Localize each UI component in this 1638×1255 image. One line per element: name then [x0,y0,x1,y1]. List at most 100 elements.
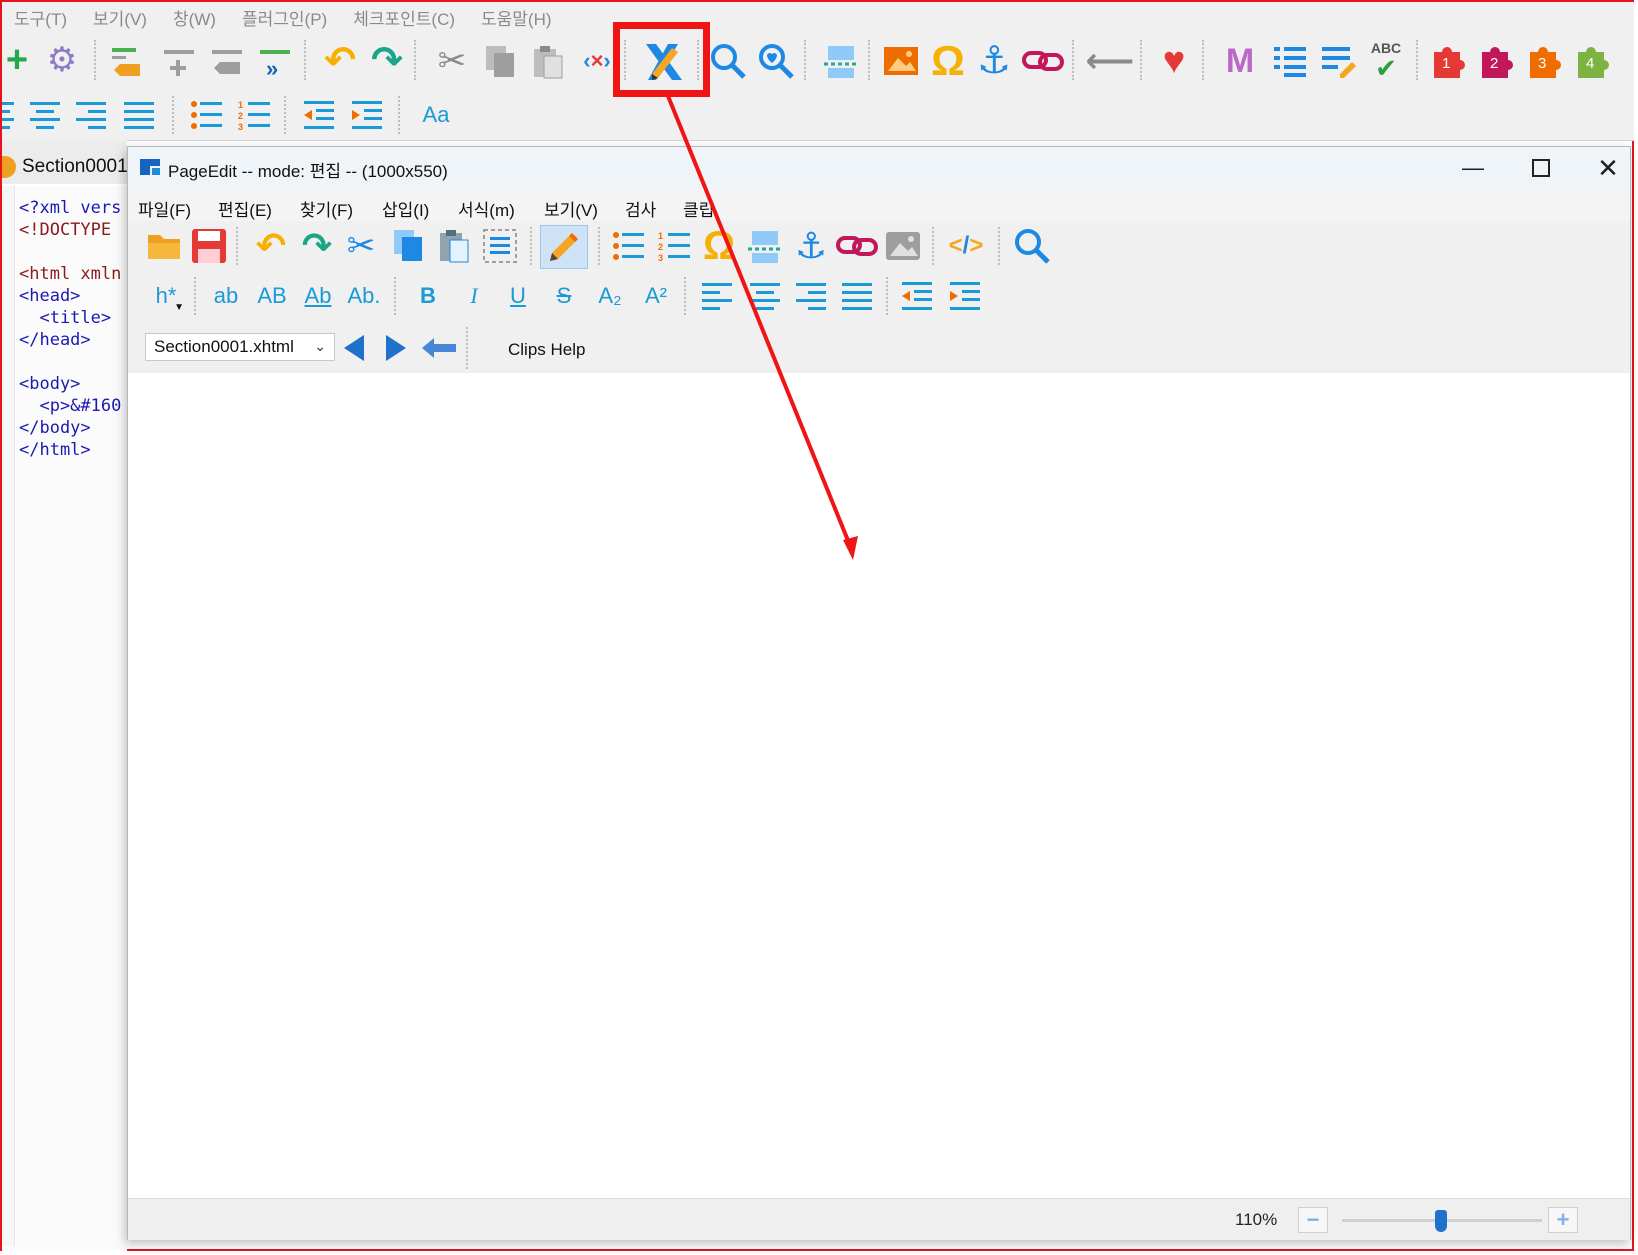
redo-icon[interactable]: ↷ [367,42,407,80]
zoom-in-button[interactable]: + [1548,1207,1578,1233]
menu-checkpoints[interactable]: 체크포인트(C) [353,5,455,30]
menu-view[interactable]: 보기(V) [544,196,598,221]
maximize-button[interactable] [1521,153,1561,183]
underline-button[interactable]: U [498,279,538,313]
main-file-tab[interactable]: Section0001. [2,152,133,182]
bold-button[interactable]: B [408,279,448,313]
subscript-button[interactable]: A₂ [590,279,630,313]
close-button[interactable]: ✕ [1588,153,1628,183]
spellcheck-icon[interactable]: ABC ✔ [1366,40,1406,82]
font-case-button[interactable]: Aa [416,98,456,132]
menu-file[interactable]: 파일(F) [138,196,191,221]
back-icon[interactable]: ⟵ [1086,42,1135,80]
merge-icon[interactable] [210,44,244,78]
menu-clips[interactable]: 클립 [683,196,714,221]
move-icon[interactable]: » [258,44,292,78]
menu-tools[interactable]: 도구(T) [14,5,67,30]
numbered-list-icon[interactable]: 123 [658,229,692,263]
menu-window[interactable]: 창(W) [173,5,216,30]
search-icon[interactable] [1012,227,1052,265]
add-icon[interactable]: + [4,41,30,79]
metadata-icon[interactable]: M [1220,42,1260,80]
insert-image-icon[interactable] [884,229,922,263]
copy-icon[interactable] [390,228,426,264]
menu-view[interactable]: 보기(V) [93,5,147,30]
select-all-icon[interactable] [482,228,518,264]
report-icon[interactable] [1272,44,1308,78]
zoom-slider-handle[interactable] [1435,1210,1447,1232]
image-icon[interactable] [882,44,920,78]
align-left-icon[interactable] [2,98,16,132]
page-edit-canvas[interactable] [128,373,1630,1198]
lowercase-button[interactable]: ab [206,279,246,313]
plugin-1-icon[interactable]: 1 [1430,42,1470,80]
bullet-list-icon[interactable] [190,98,224,132]
align-right-icon[interactable] [794,279,828,313]
back-arrow-icon[interactable] [420,331,458,365]
menu-edit[interactable]: 편집(E) [218,196,272,221]
split-icon[interactable] [162,44,196,78]
toc-icon[interactable] [822,44,860,80]
undo-icon[interactable]: ↶ [320,42,360,80]
code-view-icon[interactable]: < / > [946,229,986,263]
save-icon[interactable] [190,227,228,265]
indent-icon[interactable] [350,98,384,132]
indent-icon[interactable] [948,279,982,313]
sentencecase-button[interactable]: Ab. [342,279,386,313]
gear-icon[interactable]: ⚙ [44,42,80,78]
file-select[interactable]: Section0001.xhtml ⌄ [145,333,335,361]
edit-list-icon[interactable] [1320,44,1356,78]
cut-icon[interactable]: ✂ [342,227,380,265]
align-center-icon[interactable] [748,279,782,313]
numbered-list-icon[interactable]: 123 [238,98,272,132]
link-icon[interactable] [1022,44,1064,78]
heart-icon[interactable]: ♥ [1152,40,1196,82]
outdent-icon[interactable] [302,98,336,132]
anchor-icon[interactable]: ⚓ [974,40,1014,82]
redo-icon[interactable]: ↷ [298,227,336,265]
justify-icon[interactable] [122,98,156,132]
plugin-4-icon[interactable]: 4 [1574,42,1614,80]
anchor-icon[interactable]: ⚓ [792,225,830,267]
menu-help[interactable]: 도움말(H) [481,5,552,30]
search-icon[interactable] [708,42,748,80]
bullet-list-icon[interactable] [612,229,646,263]
code-tag-icon[interactable]: ‹ × › [577,44,617,78]
align-right-icon[interactable] [74,98,108,132]
outdent-icon[interactable] [900,279,934,313]
open-folder-icon[interactable] [146,229,182,263]
align-center-icon[interactable] [28,98,62,132]
toc-icon[interactable] [746,229,784,265]
heading-button[interactable]: h* ▼ [146,279,186,313]
next-page-icon[interactable] [378,331,412,365]
special-char-icon[interactable]: Ω [928,40,968,82]
paste-icon[interactable] [436,228,472,264]
minimize-button[interactable]: — [1453,153,1493,183]
align-left-icon[interactable] [700,279,734,313]
search-saved-icon[interactable] [756,42,796,80]
titlecase-button[interactable]: Ab [298,279,338,313]
superscript-button[interactable]: A² [636,279,676,313]
clips-help-button[interactable]: Clips Help [508,340,585,360]
menu-inspect[interactable]: 검사 [625,196,656,221]
plugin-2-icon[interactable]: 2 [1478,42,1518,80]
pageedit-titlebar[interactable]: PageEdit -- mode: 편집 -- (1000x550) — ✕ [128,147,1630,189]
menu-find[interactable]: 찾기(F) [300,196,353,221]
prev-page-icon[interactable] [338,331,372,365]
special-char-icon[interactable]: Ω [700,225,738,267]
link-icon[interactable] [836,229,878,263]
paste-icon[interactable] [530,44,566,80]
menu-plugins[interactable]: 플러그인(P) [242,5,327,30]
insert-file-icon[interactable] [110,44,144,78]
zoom-out-button[interactable]: − [1298,1207,1328,1233]
menu-format[interactable]: 서식(m) [458,196,515,221]
uppercase-button[interactable]: AB [252,279,292,313]
plugin-3-icon[interactable]: 3 [1526,42,1566,80]
menu-insert[interactable]: 삽입(I) [382,196,429,221]
strikethrough-button[interactable]: S [544,279,584,313]
justify-icon[interactable] [840,279,874,313]
italic-button[interactable]: I [454,279,494,313]
copy-icon[interactable] [482,44,518,80]
cut-icon[interactable]: ✂ [432,42,472,80]
undo-icon[interactable]: ↶ [252,227,290,265]
